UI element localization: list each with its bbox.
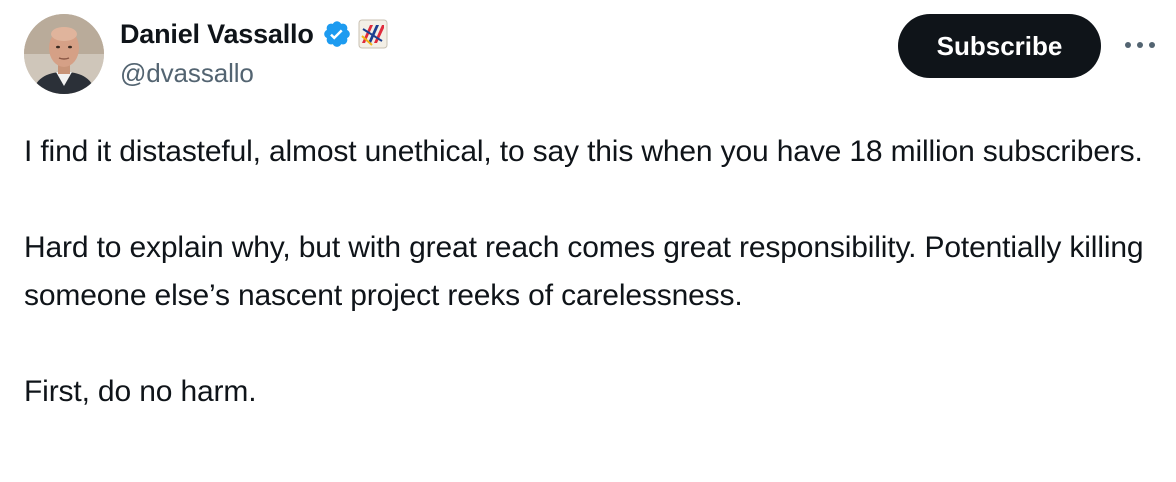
name-row: Daniel Vassallo	[120, 16, 388, 52]
tweet-text: I find it distasteful, almost unethical,…	[24, 128, 1164, 416]
tweet-paragraph: I find it distasteful, almost unethical,…	[24, 135, 1143, 168]
display-name[interactable]: Daniel Vassallo	[120, 19, 314, 50]
tweet-paragraph: Hard to explain why, but with great reac…	[24, 231, 1144, 312]
more-horizontal-icon[interactable]	[1120, 30, 1160, 60]
subscribe-button[interactable]: Subscribe	[898, 14, 1101, 78]
affiliate-logo-icon[interactable]	[358, 19, 388, 49]
avatar-image	[24, 14, 104, 94]
avatar[interactable]	[24, 14, 104, 94]
handle[interactable]: @dvassallo	[120, 58, 388, 89]
tweet-paragraph: First, do no harm.	[24, 375, 257, 408]
author-block: Daniel Vassallo @dvassallo	[120, 16, 388, 89]
tweet: Daniel Vassallo @dvassallo Subscribe I f…	[0, 0, 1176, 482]
verified-badge-icon[interactable]	[322, 19, 352, 49]
